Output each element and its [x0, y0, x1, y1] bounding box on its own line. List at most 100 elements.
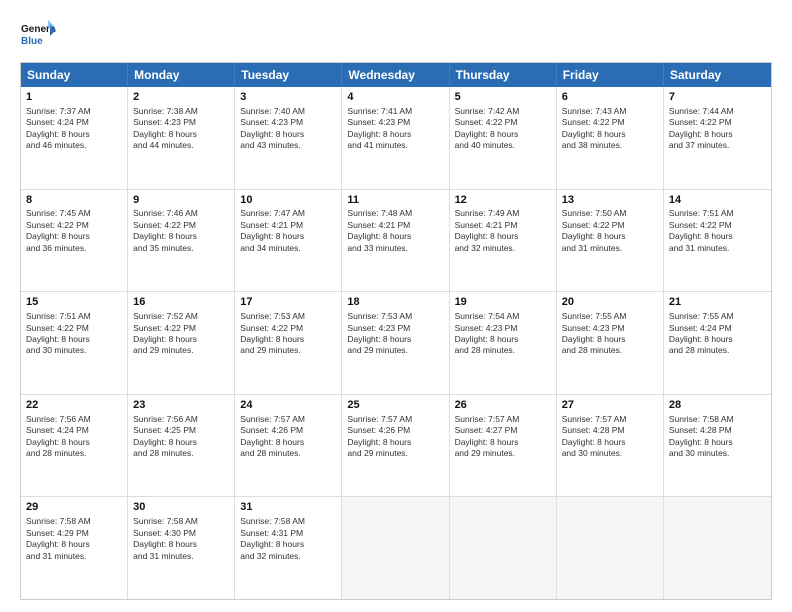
day-number: 15 — [26, 295, 122, 310]
cell-info: Daylight: 8 hours — [562, 231, 658, 242]
cell-info: Daylight: 8 hours — [26, 539, 122, 550]
day-number: 12 — [455, 193, 551, 208]
cal-cell: 17Sunrise: 7:53 AMSunset: 4:22 PMDayligh… — [235, 292, 342, 394]
cal-cell: 9Sunrise: 7:46 AMSunset: 4:22 PMDaylight… — [128, 190, 235, 292]
day-number: 29 — [26, 500, 122, 515]
header-day-saturday: Saturday — [664, 63, 771, 87]
day-number: 23 — [133, 398, 229, 413]
cal-cell: 18Sunrise: 7:53 AMSunset: 4:23 PMDayligh… — [342, 292, 449, 394]
cell-info: and 34 minutes. — [240, 243, 336, 254]
cell-info: Sunrise: 7:40 AM — [240, 106, 336, 117]
cell-info: Sunset: 4:23 PM — [240, 117, 336, 128]
cal-cell: 29Sunrise: 7:58 AMSunset: 4:29 PMDayligh… — [21, 497, 128, 599]
cell-info: Daylight: 8 hours — [347, 334, 443, 345]
cell-info: Sunrise: 7:54 AM — [455, 311, 551, 322]
cell-info: Sunrise: 7:53 AM — [347, 311, 443, 322]
day-number: 10 — [240, 193, 336, 208]
cell-info: Sunrise: 7:58 AM — [133, 516, 229, 527]
cell-info: Sunset: 4:23 PM — [455, 323, 551, 334]
cell-info: Daylight: 8 hours — [133, 539, 229, 550]
cell-info: Sunset: 4:22 PM — [562, 220, 658, 231]
cell-info: Sunrise: 7:49 AM — [455, 208, 551, 219]
cal-cell: 24Sunrise: 7:57 AMSunset: 4:26 PMDayligh… — [235, 395, 342, 497]
cal-cell: 10Sunrise: 7:47 AMSunset: 4:21 PMDayligh… — [235, 190, 342, 292]
cell-info: Daylight: 8 hours — [562, 437, 658, 448]
cell-info: Daylight: 8 hours — [455, 129, 551, 140]
cal-cell: 3Sunrise: 7:40 AMSunset: 4:23 PMDaylight… — [235, 87, 342, 189]
day-number: 4 — [347, 90, 443, 105]
day-number: 14 — [669, 193, 766, 208]
calendar: SundayMondayTuesdayWednesdayThursdayFrid… — [20, 62, 772, 600]
cell-info: Sunset: 4:28 PM — [562, 425, 658, 436]
cell-info: Sunset: 4:28 PM — [669, 425, 766, 436]
cal-cell: 31Sunrise: 7:58 AMSunset: 4:31 PMDayligh… — [235, 497, 342, 599]
day-number: 30 — [133, 500, 229, 515]
calendar-header: SundayMondayTuesdayWednesdayThursdayFrid… — [21, 63, 771, 87]
calendar-row-5: 29Sunrise: 7:58 AMSunset: 4:29 PMDayligh… — [21, 497, 771, 599]
cell-info: Daylight: 8 hours — [669, 437, 766, 448]
cell-info: Sunrise: 7:58 AM — [669, 414, 766, 425]
cell-info: Daylight: 8 hours — [455, 437, 551, 448]
cell-info: Sunrise: 7:46 AM — [133, 208, 229, 219]
cell-info: Sunrise: 7:57 AM — [562, 414, 658, 425]
cell-info: and 29 minutes. — [347, 345, 443, 356]
cell-info: Sunrise: 7:52 AM — [133, 311, 229, 322]
day-number: 1 — [26, 90, 122, 105]
cell-info: Sunset: 4:24 PM — [669, 323, 766, 334]
cal-cell: 25Sunrise: 7:57 AMSunset: 4:26 PMDayligh… — [342, 395, 449, 497]
cell-info: Sunset: 4:22 PM — [133, 323, 229, 334]
cal-cell: 20Sunrise: 7:55 AMSunset: 4:23 PMDayligh… — [557, 292, 664, 394]
cal-cell: 14Sunrise: 7:51 AMSunset: 4:22 PMDayligh… — [664, 190, 771, 292]
day-number: 3 — [240, 90, 336, 105]
header-day-sunday: Sunday — [21, 63, 128, 87]
cell-info: Sunset: 4:26 PM — [347, 425, 443, 436]
cell-info: and 28 minutes. — [562, 345, 658, 356]
cell-info: and 32 minutes. — [455, 243, 551, 254]
day-number: 24 — [240, 398, 336, 413]
cell-info: and 31 minutes. — [562, 243, 658, 254]
cal-cell — [664, 497, 771, 599]
cal-cell: 11Sunrise: 7:48 AMSunset: 4:21 PMDayligh… — [342, 190, 449, 292]
cell-info: and 35 minutes. — [133, 243, 229, 254]
cell-info: Sunset: 4:23 PM — [562, 323, 658, 334]
day-number: 31 — [240, 500, 336, 515]
cell-info: and 43 minutes. — [240, 140, 336, 151]
cell-info: Daylight: 8 hours — [26, 129, 122, 140]
day-number: 11 — [347, 193, 443, 208]
cell-info: and 41 minutes. — [347, 140, 443, 151]
cell-info: and 28 minutes. — [240, 448, 336, 459]
cell-info: Sunset: 4:22 PM — [669, 220, 766, 231]
cell-info: Sunrise: 7:53 AM — [240, 311, 336, 322]
cal-cell: 1Sunrise: 7:37 AMSunset: 4:24 PMDaylight… — [21, 87, 128, 189]
cell-info: and 29 minutes. — [240, 345, 336, 356]
cell-info: and 36 minutes. — [26, 243, 122, 254]
cell-info: Sunrise: 7:56 AM — [26, 414, 122, 425]
cell-info: Sunrise: 7:47 AM — [240, 208, 336, 219]
day-number: 18 — [347, 295, 443, 310]
cell-info: Sunset: 4:24 PM — [26, 117, 122, 128]
cell-info: Sunrise: 7:48 AM — [347, 208, 443, 219]
cell-info: Daylight: 8 hours — [133, 334, 229, 345]
day-number: 13 — [562, 193, 658, 208]
cal-cell: 7Sunrise: 7:44 AMSunset: 4:22 PMDaylight… — [664, 87, 771, 189]
cell-info: and 31 minutes. — [669, 243, 766, 254]
header: General Blue — [20, 18, 772, 54]
cell-info: and 28 minutes. — [133, 448, 229, 459]
cell-info: and 30 minutes. — [562, 448, 658, 459]
cell-info: Daylight: 8 hours — [133, 129, 229, 140]
cell-info: Sunset: 4:23 PM — [133, 117, 229, 128]
cell-info: Sunrise: 7:55 AM — [669, 311, 766, 322]
calendar-row-1: 1Sunrise: 7:37 AMSunset: 4:24 PMDaylight… — [21, 87, 771, 190]
cell-info: Sunrise: 7:57 AM — [347, 414, 443, 425]
cal-cell: 19Sunrise: 7:54 AMSunset: 4:23 PMDayligh… — [450, 292, 557, 394]
cell-info: Sunrise: 7:41 AM — [347, 106, 443, 117]
cal-cell: 8Sunrise: 7:45 AMSunset: 4:22 PMDaylight… — [21, 190, 128, 292]
cell-info: Daylight: 8 hours — [240, 539, 336, 550]
cal-cell: 15Sunrise: 7:51 AMSunset: 4:22 PMDayligh… — [21, 292, 128, 394]
cal-cell: 4Sunrise: 7:41 AMSunset: 4:23 PMDaylight… — [342, 87, 449, 189]
cal-cell: 16Sunrise: 7:52 AMSunset: 4:22 PMDayligh… — [128, 292, 235, 394]
cell-info: and 29 minutes. — [133, 345, 229, 356]
day-number: 26 — [455, 398, 551, 413]
day-number: 2 — [133, 90, 229, 105]
day-number: 28 — [669, 398, 766, 413]
